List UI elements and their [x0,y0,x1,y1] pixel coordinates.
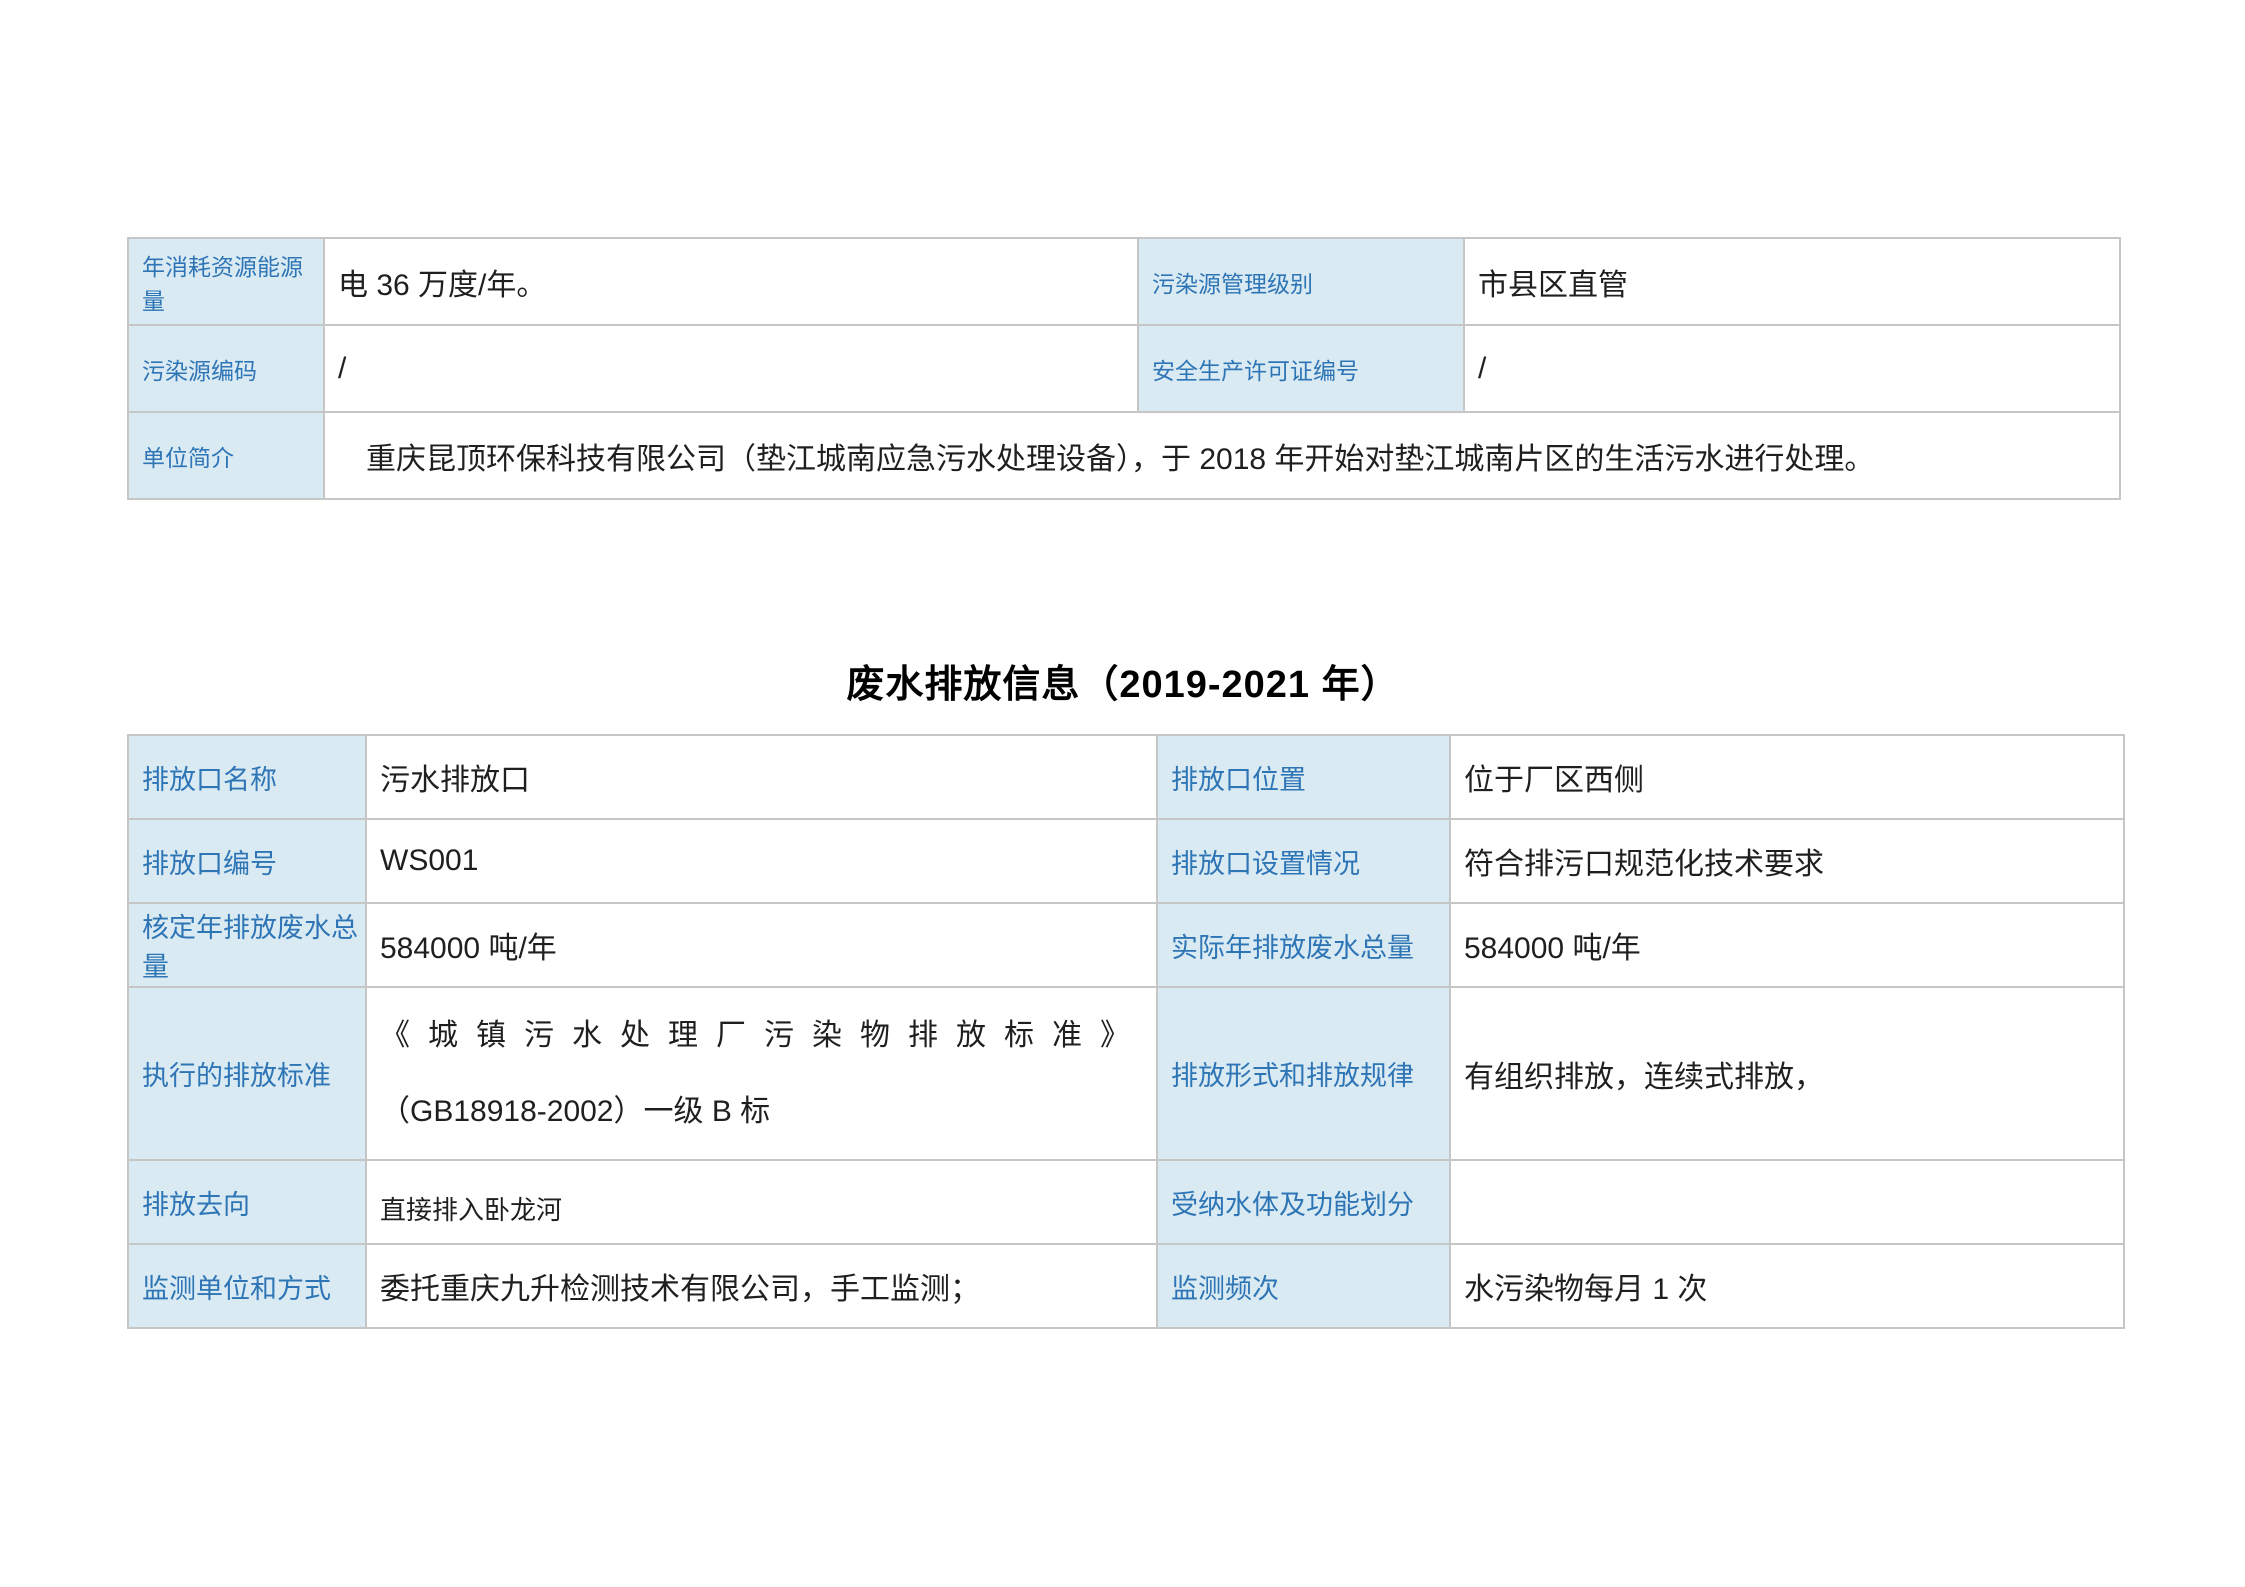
field-label: 排放口编号 [128,819,366,903]
field-value: 符合排污口规范化技术要求 [1450,819,2124,903]
field-label: 排放口名称 [128,735,366,819]
field-value: 市县区直管 [1464,238,2120,325]
field-value: / [1464,325,2120,412]
company-info-table: 年消耗资源能源量 电 36 万度/年。 污染源管理级别 市县区直管 污染源编码 … [127,237,2121,500]
field-label: 排放口位置 [1157,735,1450,819]
field-value [1450,1160,2124,1244]
field-label: 单位简介 [128,412,324,499]
field-label: 排放口设置情况 [1157,819,1450,903]
table-row: 污染源编码 / 安全生产许可证编号 / [128,325,2120,412]
field-label: 排放去向 [128,1160,366,1244]
field-value: 污水排放口 [366,735,1157,819]
field-label: 污染源编码 [128,325,324,412]
table-row: 执行的排放标准 《城镇污水处理厂污染物排放标准》 （GB18918-2002）一… [128,987,2124,1160]
field-label: 排放形式和排放规律 [1157,987,1450,1160]
document-page: 年消耗资源能源量 电 36 万度/年。 污染源管理级别 市县区直管 污染源编码 … [0,0,2245,1587]
field-value: 位于厂区西侧 [1450,735,2124,819]
field-label: 年消耗资源能源量 [128,238,324,325]
table-row: 单位简介 重庆昆顶环保科技有限公司（垫江城南应急污水处理设备），于 2018 年… [128,412,2120,499]
field-value: 委托重庆九升检测技术有限公司，手工监测； [366,1244,1157,1328]
table-row: 监测单位和方式 委托重庆九升检测技术有限公司，手工监测； 监测频次 水污染物每月… [128,1244,2124,1328]
field-label: 执行的排放标准 [128,987,366,1160]
field-value: 直接排入卧龙河 [366,1160,1157,1244]
section-title: 废水排放信息（2019-2021 年） [127,660,2119,710]
table-row: 年消耗资源能源量 电 36 万度/年。 污染源管理级别 市县区直管 [128,238,2120,325]
standard-code-line: （GB18918-2002）一级 B 标 [380,1074,1148,1150]
field-label: 核定年排放废水总量 [128,903,366,987]
field-label: 安全生产许可证编号 [1138,325,1464,412]
standard-name-line: 《城镇污水处理厂污染物排放标准》 [380,998,1148,1074]
field-value: 《城镇污水处理厂污染物排放标准》 （GB18918-2002）一级 B 标 [366,987,1157,1160]
field-value: 584000 吨/年 [366,903,1157,987]
table-row: 核定年排放废水总量 584000 吨/年 实际年排放废水总量 584000 吨/… [128,903,2124,987]
table-row: 排放口名称 污水排放口 排放口位置 位于厂区西侧 [128,735,2124,819]
field-value: 584000 吨/年 [1450,903,2124,987]
wastewater-discharge-table: 排放口名称 污水排放口 排放口位置 位于厂区西侧 排放口编号 WS001 排放口… [127,734,2125,1329]
field-value: WS001 [366,819,1157,903]
field-value: 电 36 万度/年。 [324,238,1138,325]
field-label: 监测频次 [1157,1244,1450,1328]
field-value: 有组织排放，连续式排放， [1450,987,2124,1160]
field-label: 受纳水体及功能划分 [1157,1160,1450,1244]
field-value: 水污染物每月 1 次 [1450,1244,2124,1328]
field-label: 污染源管理级别 [1138,238,1464,325]
field-value: / [324,325,1138,412]
field-value: 重庆昆顶环保科技有限公司（垫江城南应急污水处理设备），于 2018 年开始对垫江… [324,412,2120,499]
field-label: 监测单位和方式 [128,1244,366,1328]
field-label: 实际年排放废水总量 [1157,903,1450,987]
table-row: 排放口编号 WS001 排放口设置情况 符合排污口规范化技术要求 [128,819,2124,903]
table-row: 排放去向 直接排入卧龙河 受纳水体及功能划分 [128,1160,2124,1244]
